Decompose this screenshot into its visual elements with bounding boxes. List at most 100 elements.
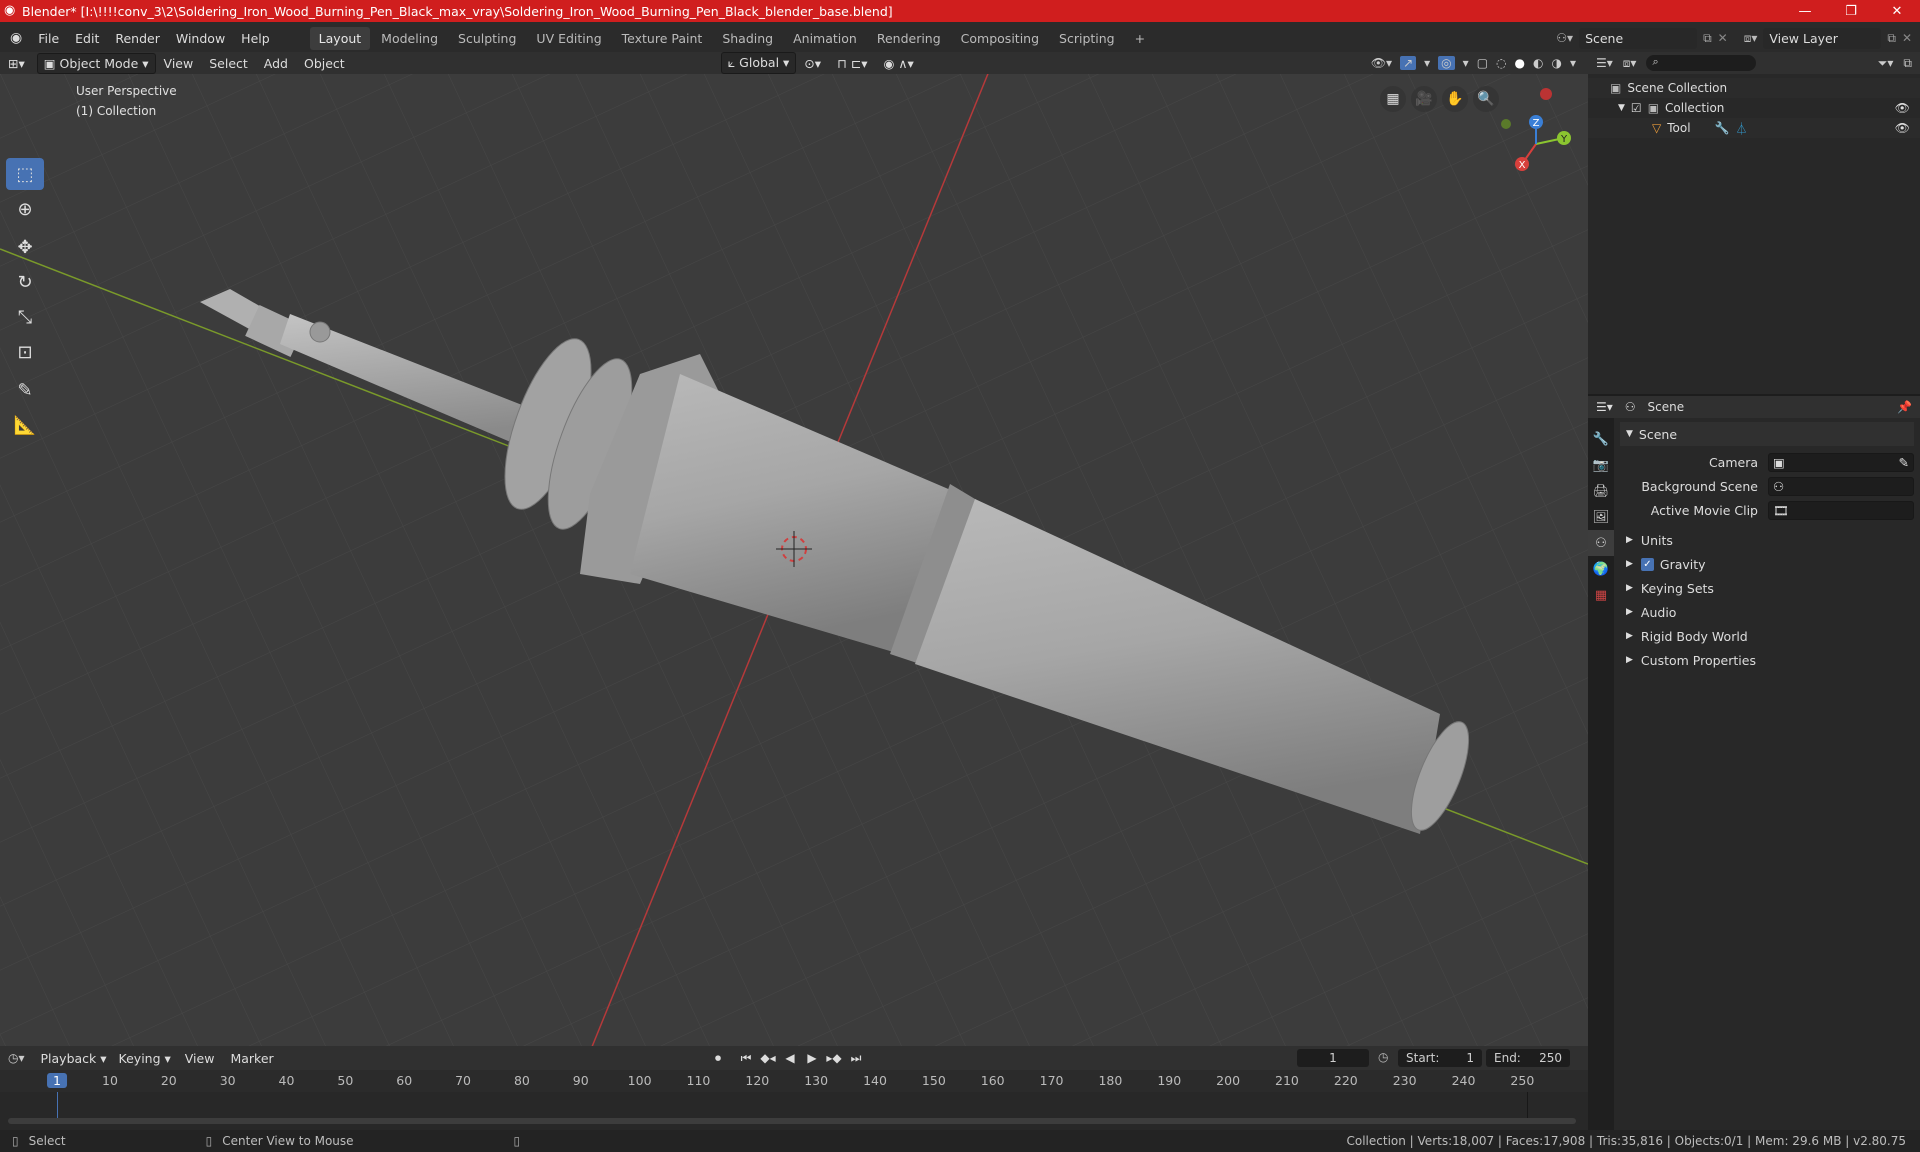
- new-view-layer-icon[interactable]: ⧉: [1887, 31, 1896, 46]
- jump-start-button[interactable]: ⏮: [736, 1048, 756, 1068]
- menu-object[interactable]: Object: [296, 56, 353, 71]
- view-layer-tab-icon[interactable]: 🖼: [1588, 504, 1614, 530]
- end-frame-field[interactable]: End: 250: [1486, 1049, 1570, 1067]
- timeline-scrollbar[interactable]: [8, 1118, 1576, 1124]
- transform-tool-icon[interactable]: ⊡: [6, 336, 44, 368]
- scene-tab-icon[interactable]: ⚇: [1588, 530, 1614, 556]
- menu-help[interactable]: Help: [233, 31, 278, 46]
- gizmo-dropdown-icon[interactable]: ▾: [1424, 56, 1430, 70]
- tab-layout[interactable]: Layout: [309, 26, 371, 50]
- pin-icon[interactable]: 📌: [1897, 400, 1912, 414]
- maximize-button[interactable]: ❐: [1828, 0, 1874, 22]
- next-keyframe-button[interactable]: ▸◆: [824, 1048, 844, 1068]
- view-layer-field[interactable]: View Layer: [1763, 27, 1882, 49]
- proportional-edit-icon[interactable]: ◉ ∧▾: [876, 56, 922, 71]
- playback-menu[interactable]: Playback ▾: [35, 1049, 113, 1068]
- units-section[interactable]: ▶ Units: [1620, 528, 1914, 552]
- camera-view-icon[interactable]: 🎥: [1411, 86, 1437, 112]
- timeline-view-menu[interactable]: View: [177, 1051, 223, 1066]
- zoom-view-icon[interactable]: 🔍: [1473, 86, 1499, 112]
- active-movie-clip-field[interactable]: 🎞: [1768, 500, 1914, 520]
- prev-keyframe-button[interactable]: ◆◂: [758, 1048, 778, 1068]
- tab-modeling[interactable]: Modeling: [372, 27, 447, 50]
- rendered-shading-icon[interactable]: ◑: [1551, 56, 1561, 70]
- add-workspace-button[interactable]: +: [1126, 27, 1154, 50]
- record-button[interactable]: ⏺: [708, 1048, 728, 1068]
- output-tab-icon[interactable]: 🖨: [1588, 478, 1614, 504]
- outliner-editor-type-icon[interactable]: ☰▾: [1596, 56, 1613, 70]
- collection-visibility-eye-icon[interactable]: 👁: [1895, 101, 1920, 115]
- menu-view[interactable]: View: [156, 56, 202, 71]
- timeline-editor-type-icon[interactable]: ◷▾: [8, 1051, 25, 1065]
- solid-shading-icon[interactable]: ●: [1515, 56, 1525, 70]
- pivot-point-icon[interactable]: ⊙▾: [796, 56, 829, 71]
- editor-type-icon[interactable]: ⊞▾: [0, 56, 33, 71]
- tab-animation[interactable]: Animation: [784, 27, 866, 50]
- tool-settings-tab-icon[interactable]: 🔧: [1588, 426, 1614, 452]
- scale-tool-icon[interactable]: ⤡: [6, 301, 44, 333]
- frame-ruler[interactable]: 1 10 20 30 40 50 60 70 80 90 100 110 120 130 140 150 160…: [0, 1070, 1588, 1092]
- minimize-button[interactable]: —: [1782, 0, 1828, 22]
- world-tab-icon[interactable]: 🌍: [1588, 556, 1614, 582]
- outliner-row-scene-collection[interactable]: ▣ Scene Collection: [1588, 78, 1920, 98]
- play-reverse-button[interactable]: ◀: [780, 1048, 800, 1068]
- scene-panel-header[interactable]: ▼ Scene: [1620, 422, 1914, 446]
- delete-scene-icon[interactable]: ✕: [1718, 31, 1728, 45]
- xray-icon[interactable]: ▢: [1477, 56, 1488, 70]
- select-box-tool-icon[interactable]: ⬚: [6, 158, 44, 190]
- outliner-row-collection[interactable]: ▼ ☑ ▣ Collection 👁: [1588, 98, 1920, 118]
- tab-sculpting[interactable]: Sculpting: [449, 27, 525, 50]
- texture-tab-icon[interactable]: ▦: [1588, 582, 1614, 608]
- snap-icon[interactable]: ⊓ ⊏▾: [829, 56, 875, 71]
- marker-menu[interactable]: Marker: [222, 1051, 281, 1066]
- menu-render[interactable]: Render: [107, 31, 168, 46]
- axis-gizmo[interactable]: X Y Z: [1500, 104, 1580, 184]
- scene-name-field[interactable]: Scene: [1579, 27, 1698, 49]
- outliner-row-tool[interactable]: ▽ Tool 🔧 ⏃ 👁: [1588, 118, 1920, 138]
- rotate-tool-icon[interactable]: ↻: [6, 266, 44, 298]
- pan-view-icon[interactable]: ✋: [1442, 86, 1468, 112]
- properties-editor-type-icon[interactable]: ☰▾: [1596, 400, 1613, 414]
- modifier-wrench-icon[interactable]: 🔧: [1715, 121, 1730, 135]
- delete-view-layer-icon[interactable]: ✕: [1902, 31, 1912, 45]
- transform-orientation-selector[interactable]: ⟀ Global ▾: [720, 52, 797, 74]
- material-shading-icon[interactable]: ◐: [1533, 56, 1543, 70]
- view-layer-selector-icon[interactable]: ⧈▾: [1744, 31, 1758, 46]
- tool-visibility-eye-icon[interactable]: 👁: [1895, 121, 1920, 135]
- tab-compositing[interactable]: Compositing: [952, 27, 1048, 50]
- menu-select[interactable]: Select: [201, 56, 256, 71]
- close-button[interactable]: ✕: [1874, 0, 1920, 22]
- gravity-checkbox[interactable]: ✓: [1640, 557, 1654, 571]
- shading-options-icon[interactable]: ▾: [1570, 56, 1576, 70]
- blender-menu-icon[interactable]: ◉: [0, 30, 30, 46]
- mode-selector[interactable]: ▣ Object Mode ▾: [36, 52, 156, 74]
- tab-uv-editing[interactable]: UV Editing: [527, 27, 610, 50]
- annotate-tool-icon[interactable]: ✎: [6, 374, 44, 406]
- current-frame-field[interactable]: 1: [1297, 1049, 1369, 1067]
- collection-checkbox-icon[interactable]: ☑: [1631, 101, 1642, 115]
- jump-end-button[interactable]: ⏭: [846, 1048, 866, 1068]
- tab-scripting[interactable]: Scripting: [1050, 27, 1124, 50]
- tab-shading[interactable]: Shading: [713, 27, 782, 50]
- filter-icon[interactable]: ⏷▾: [1878, 56, 1894, 71]
- new-scene-icon[interactable]: ⧉: [1703, 31, 1712, 46]
- tab-texture-paint[interactable]: Texture Paint: [613, 27, 712, 50]
- camera-field[interactable]: ▣ ✎: [1768, 452, 1914, 472]
- mesh-data-icon[interactable]: ⏃: [1736, 120, 1748, 137]
- preview-range-icon[interactable]: ◷: [1378, 1050, 1388, 1064]
- 3d-viewport[interactable]: ⬚ ⊕ ✥ ↻ ⤡ ⊡ ✎ 📐 User Perspective (1) Col…: [0, 74, 1588, 1046]
- rigid-body-world-section[interactable]: ▶ Rigid Body World: [1620, 624, 1914, 648]
- menu-window[interactable]: Window: [168, 31, 233, 46]
- gizmo-toggle-icon[interactable]: ↗: [1400, 56, 1417, 70]
- scene-selector-icon[interactable]: ⚇▾: [1556, 31, 1573, 45]
- custom-properties-section[interactable]: ▶ Custom Properties: [1620, 648, 1914, 672]
- overlay-toggle-icon[interactable]: ◎: [1438, 56, 1455, 70]
- keying-menu[interactable]: Keying ▾: [113, 1049, 177, 1068]
- cursor-tool-icon[interactable]: ⊕: [6, 193, 44, 225]
- move-tool-icon[interactable]: ✥: [6, 231, 44, 263]
- new-collection-icon[interactable]: ⧉: [1903, 56, 1912, 71]
- render-tab-icon[interactable]: 📷: [1588, 452, 1614, 478]
- toggle-ortho-icon[interactable]: ▦: [1380, 86, 1406, 112]
- start-frame-field[interactable]: Start: 1: [1398, 1049, 1482, 1067]
- visibility-icon[interactable]: 👁▾: [1371, 56, 1392, 70]
